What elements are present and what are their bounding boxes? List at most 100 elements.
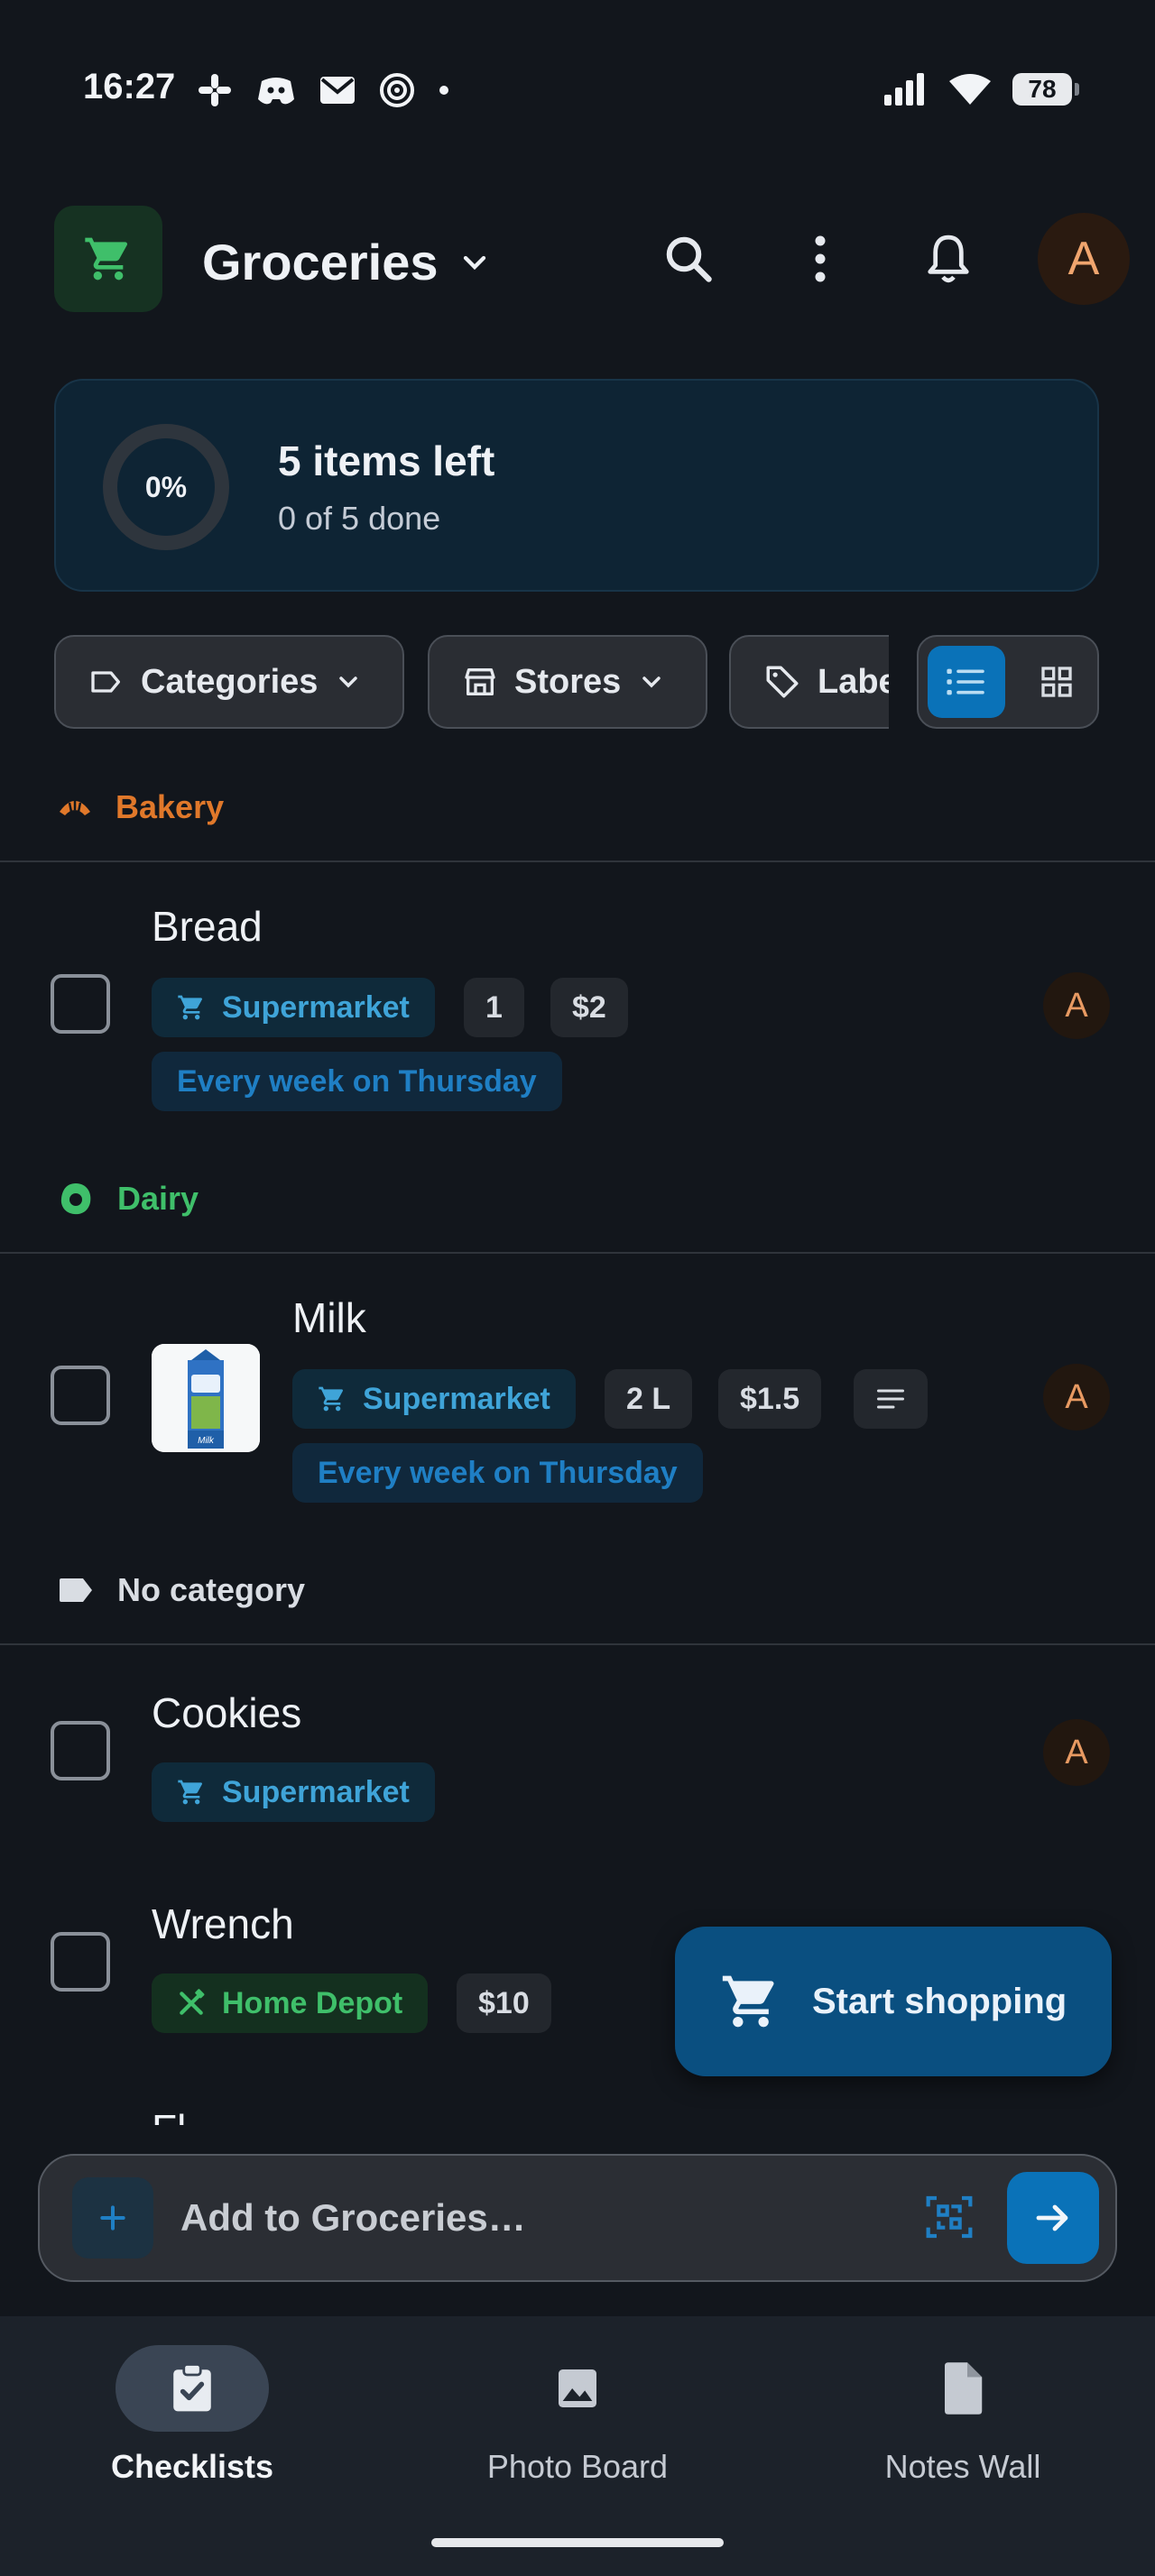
shopping-cart-icon [319, 1386, 344, 1412]
barcode-scan-button[interactable] [924, 2192, 975, 2242]
item-thumbnail[interactable]: Milk [152, 1344, 260, 1452]
system-status: 78 [882, 72, 1079, 106]
tag-icon [766, 666, 799, 698]
section-title: Bakery [116, 788, 225, 825]
list-item[interactable]: Bread Supermarket 1 $2 Every week on Thu… [0, 862, 1155, 1115]
nav-label: Notes Wall [884, 2448, 1041, 2485]
store-name: Supermarket [222, 989, 410, 1025]
categories-filter[interactable]: Categories [54, 635, 404, 729]
item-checkbox[interactable] [51, 1721, 110, 1780]
list-type-button[interactable] [54, 206, 162, 312]
wifi-icon [949, 74, 991, 105]
item-name: Fl... [152, 2105, 221, 2125]
document-icon [945, 2362, 983, 2415]
items-left-title: 5 items left [278, 437, 495, 484]
grid-icon [1041, 667, 1072, 697]
add-item-input[interactable]: Add to Groceries… [180, 2156, 526, 2280]
nav-notes-wall[interactable]: Notes Wall [827, 2345, 1098, 2486]
label-icon [60, 1578, 92, 1602]
add-options-button[interactable] [72, 2177, 153, 2259]
nav-label: Checklists [110, 2448, 274, 2485]
nav-photo-board[interactable]: Photo Board [442, 2345, 713, 2486]
shopping-cart-icon [178, 1780, 203, 1805]
store-name: Supermarket [222, 1774, 410, 1809]
item-checkbox[interactable] [51, 1366, 110, 1425]
nav-checklists[interactable]: Checklists [57, 2345, 328, 2486]
discord-icon [258, 78, 294, 105]
store-tag[interactable]: Home Depot [152, 1973, 429, 2033]
categories-filter-label: Categories [141, 662, 319, 701]
shopping-cart-icon [178, 995, 203, 1020]
item-checkbox[interactable] [51, 1932, 110, 1992]
shopping-cart-icon [85, 237, 128, 281]
chevron-down-icon [339, 676, 358, 688]
status-time: 16:27 [83, 67, 176, 106]
nav-pill [116, 2345, 269, 2432]
signal-icon [884, 73, 924, 106]
assignee-avatar[interactable]: A [1043, 1719, 1110, 1786]
section-header-bakery[interactable]: Bakery [58, 788, 224, 826]
view-toggle [917, 635, 1099, 729]
milk-carton-image: Milk [152, 1344, 260, 1452]
gmail-icon [320, 77, 355, 104]
image-icon [559, 2369, 596, 2407]
checklist-icon [173, 2363, 211, 2412]
chevron-down-icon [642, 676, 661, 688]
item-checkbox[interactable] [51, 974, 110, 1034]
home-indicator [431, 2538, 724, 2547]
store-name: Home Depot [222, 1985, 403, 2020]
assignee-avatar[interactable]: A [1043, 1364, 1110, 1431]
bottom-navigation: Checklists Photo Board Notes Wall [0, 2316, 1155, 2576]
list-title: Groceries [202, 234, 439, 290]
section-title: No category [117, 1571, 306, 1608]
store-name: Supermarket [363, 1381, 550, 1416]
label-outline-icon [91, 671, 120, 693]
repeat-tag[interactable]: Every week on Thursday [292, 1443, 703, 1503]
notes-icon [877, 1389, 904, 1409]
stores-filter[interactable]: Stores [428, 635, 707, 729]
labels-filter-label: Labels [818, 662, 889, 701]
plus-icon [100, 2205, 125, 2231]
assignee-avatar[interactable]: A [1043, 972, 1110, 1039]
battery-indicator: 78 [1012, 73, 1079, 106]
stores-filter-label: Stores [514, 662, 622, 701]
list-selector[interactable]: Groceries [202, 233, 493, 291]
section-header-no-category[interactable]: No category [58, 1571, 305, 1609]
egg-icon [60, 1183, 91, 1215]
list-item[interactable]: Cookies Supermarket A [0, 1645, 1155, 1858]
notifications-button[interactable] [917, 227, 980, 290]
grid-view-button[interactable] [1025, 646, 1088, 718]
store-tag[interactable]: Supermarket [152, 1762, 435, 1822]
quantity-tag[interactable]: 1 [464, 978, 524, 1037]
add-item-bar: Add to Groceries… [38, 2154, 1117, 2282]
price-tag[interactable]: $10 [457, 1973, 551, 2033]
store-tag[interactable]: Supermarket [152, 978, 435, 1037]
search-icon [666, 236, 712, 282]
repeat-tag[interactable]: Every week on Thursday [152, 1052, 562, 1111]
more-options-button[interactable] [789, 227, 852, 290]
search-button[interactable] [657, 227, 720, 290]
sync-icon [380, 73, 414, 107]
store-tag[interactable]: Supermarket [292, 1369, 576, 1429]
nav-pill [501, 2345, 654, 2432]
list-view-button[interactable] [928, 646, 1005, 718]
progress-card: 0% 5 items left 0 of 5 done [54, 379, 1099, 592]
notes-tag[interactable] [854, 1369, 928, 1429]
list-item[interactable]: Milk Milk Supermarket 2 L $1.5 Every wee… [0, 1254, 1155, 1506]
quantity-tag[interactable]: 2 L [605, 1369, 693, 1429]
user-avatar[interactable]: A [1038, 213, 1130, 305]
price-tag[interactable]: $2 [550, 978, 628, 1037]
section-header-dairy[interactable]: Dairy [58, 1180, 199, 1218]
start-shopping-button[interactable]: Start shopping [675, 1927, 1112, 2076]
more-dot-icon [439, 86, 448, 95]
start-shopping-label: Start shopping [812, 1981, 1067, 2021]
submit-item-button[interactable] [1007, 2172, 1099, 2264]
nav-label: Photo Board [486, 2448, 669, 2485]
price-tag[interactable]: $1.5 [718, 1369, 822, 1429]
item-name: Milk [292, 1294, 366, 1341]
labels-filter[interactable]: Labels [729, 635, 889, 729]
chevron-down-icon [463, 255, 485, 270]
list-icon [947, 668, 984, 695]
nav-pill [886, 2345, 1040, 2432]
scan-icon [926, 2195, 973, 2239]
